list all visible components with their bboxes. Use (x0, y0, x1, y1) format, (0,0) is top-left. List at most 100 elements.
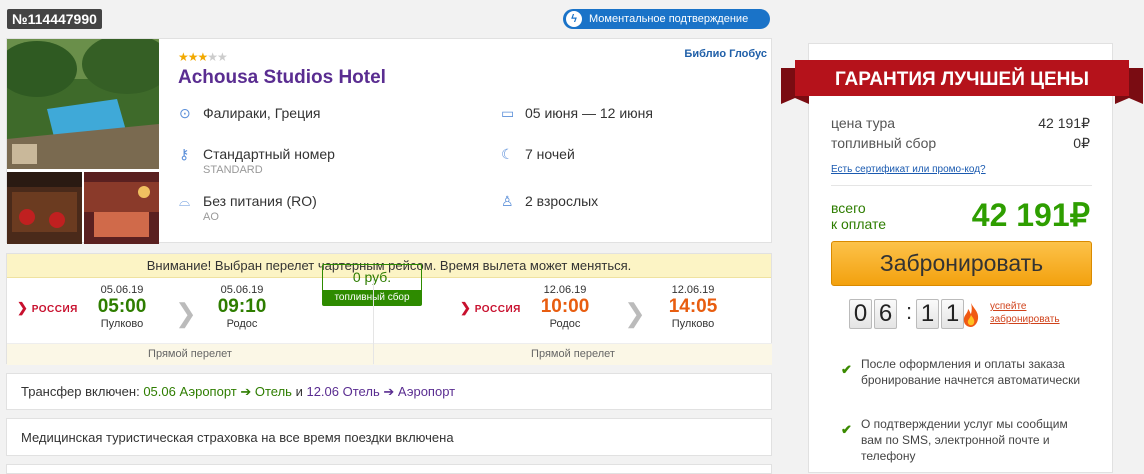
timer-digit: 1 (916, 299, 939, 329)
tour-operator: Библио Глобус (684, 48, 767, 60)
dep-date: 12.06.19 (543, 284, 587, 296)
dep-time: 10:00 (540, 296, 590, 317)
airline-swoosh-icon: ❯ (17, 300, 29, 315)
airline-logo: ❯ РОССИЯ (460, 300, 521, 316)
arrow-right-icon: ➔ (240, 384, 252, 399)
chevron-right-icon: ❯ (624, 298, 646, 328)
arr-time: 09:10 (217, 296, 267, 317)
best-price-banner: ГАРАНТИЯ ЛУЧШЕЙ ЦЕНЫ (781, 60, 1143, 104)
transfer-and: и (295, 384, 303, 399)
info-note: После оформления и оплаты заказа брониро… (861, 357, 1081, 387)
hurry-line-2: забронировать (990, 314, 1060, 325)
transfer-from-2: Отель (342, 384, 380, 399)
arrival: 05.06.19 09:10 Родос (207, 284, 277, 330)
timer-digit: 6 (874, 299, 897, 329)
nights-text: 7 ночей (525, 146, 575, 162)
banner-text: ГАРАНТИЯ ЛУЧШЕЙ ЦЕНЫ (835, 68, 1089, 90)
airline-name: РОССИЯ (474, 304, 521, 315)
meal-code: AO (203, 211, 219, 223)
total-label: всего к оплате (831, 200, 886, 232)
hotel-photo-thumb-1[interactable] (7, 172, 82, 244)
timer-colon: : (906, 299, 913, 324)
flight-type: Прямой перелет (374, 343, 772, 365)
location-pin-icon: ⊙ (179, 105, 191, 121)
dep-time: 05:00 (97, 296, 147, 317)
inbound-flight[interactable]: ❯ РОССИЯ 12.06.19 10:00 Родос ❯ 12.06.19 14… (373, 278, 772, 365)
room-code: STANDARD (203, 164, 263, 176)
flight-box: Внимание! Выбран перелет чартерным рейсо… (6, 253, 772, 365)
guests: ♙ 2 взрослых (501, 193, 599, 209)
cloche-icon: ⌓ (179, 193, 191, 209)
star-icon: ★★★ (178, 50, 208, 64)
tour-dates: ▭ 05 июня — 12 июня (501, 105, 653, 121)
hotel-photo-main[interactable] (7, 39, 159, 169)
meal-text: Без питания (RO) (203, 193, 317, 209)
instant-confirmation-label: Моментальное подтверждение (589, 13, 749, 25)
key-icon: ⚷ (179, 146, 190, 162)
total-price: 42 191₽ (971, 197, 1090, 233)
room-text: Стандартный номер (203, 146, 335, 162)
dates-text: 05 июня — 12 июня (525, 105, 653, 121)
total-label-line-1: всего (831, 200, 866, 216)
moon-icon: ☾ (501, 146, 514, 162)
outbound-flight[interactable]: ❯ РОССИЯ 05.06.19 05:00 Пулково ❯ 05.06.19… (7, 278, 373, 365)
nights: ☾ 7 ночей (501, 146, 575, 162)
arr-date: 12.06.19 (671, 284, 715, 296)
airline-swoosh-icon: ❯ (460, 300, 472, 315)
hotel-photo-thumb-2[interactable] (84, 172, 159, 244)
divider (831, 185, 1092, 186)
lightning-icon: ϟ (566, 11, 582, 27)
airline-name: РОССИЯ (31, 304, 78, 315)
fuel-fee-label: топливный сбор (831, 135, 937, 151)
insurance-info: Медицинская туристическая страховка на в… (6, 418, 772, 456)
transfer-from-1: Аэропорт (179, 384, 237, 399)
instant-confirmation-badge: ϟ Моментальное подтверждение (563, 9, 770, 29)
star-empty-icon: ★★ (207, 50, 227, 64)
hotel-card: ★★★★★ Achousa Studios Hotel Библио Глобу… (6, 38, 772, 244)
order-number: №114447990 (7, 9, 102, 29)
flight-type: Прямой перелет (7, 343, 373, 365)
transfer-date-2: 12.06 (306, 384, 340, 399)
guests-text: 2 взрослых (525, 193, 599, 209)
book-button[interactable]: Забронировать (831, 241, 1092, 286)
arr-date: 05.06.19 (220, 284, 264, 296)
airline-logo: ❯ РОССИЯ (17, 300, 78, 316)
timer-digit: 0 (849, 299, 872, 329)
person-icon: ♙ (501, 193, 514, 209)
arr-city: Пулково (671, 318, 715, 330)
total-label-line-2: к оплате (831, 216, 887, 232)
transfer-to-1: Отель (254, 384, 292, 399)
arr-city: Родос (226, 318, 258, 330)
tour-price-value: 42 191₽ (1038, 115, 1090, 131)
location-text: Фалираки, Греция (203, 105, 321, 121)
hotel-name[interactable]: Achousa Studios Hotel (178, 67, 386, 89)
chevron-right-icon: ❯ (175, 298, 197, 328)
checkmark-icon: ✔ (841, 422, 852, 437)
price-panel: ГАРАНТИЯ ЛУЧШЕЙ ЦЕНЫ цена тура 42 191₽ т… (781, 43, 1143, 473)
info-note: О подтверждении услуг мы сообщим вам по … (861, 417, 1068, 463)
dep-city: Родос (549, 318, 581, 330)
arrow-right-icon: ➔ (383, 384, 395, 399)
transfer-date-1: 05.06 (143, 384, 176, 399)
departure: 12.06.19 10:00 Родос (530, 284, 600, 330)
hotel-location: ⊙ Фалираки, Греция (179, 105, 321, 121)
fuel-fee-value: 0₽ (1073, 135, 1090, 151)
tour-price-label: цена тура (831, 115, 896, 131)
transfer-label: Трансфер включен: (21, 384, 140, 399)
next-card (6, 464, 772, 474)
hurry-to-book-link[interactable]: успейте забронировать (990, 300, 1060, 326)
dep-date: 05.06.19 (100, 284, 144, 296)
arr-time: 14:05 (668, 296, 718, 317)
hurry-line-1: успейте (990, 301, 1027, 312)
room-type: ⚷ Стандартный номер STANDARD (179, 146, 335, 176)
calendar-icon: ▭ (501, 105, 515, 121)
meal-plan: ⌓ Без питания (RO) AO (179, 193, 317, 223)
hotel-star-rating: ★★★★★ (178, 50, 228, 64)
transfer-to-2: Аэропорт (397, 384, 456, 399)
fire-icon (963, 303, 979, 327)
promo-code-link[interactable]: Есть сертификат или промо-код? (831, 164, 986, 175)
departure: 05.06.19 05:00 Пулково (87, 284, 157, 330)
checkmark-icon: ✔ (841, 362, 852, 377)
arrival: 12.06.19 14:05 Пулково (658, 284, 728, 330)
dep-city: Пулково (100, 318, 144, 330)
